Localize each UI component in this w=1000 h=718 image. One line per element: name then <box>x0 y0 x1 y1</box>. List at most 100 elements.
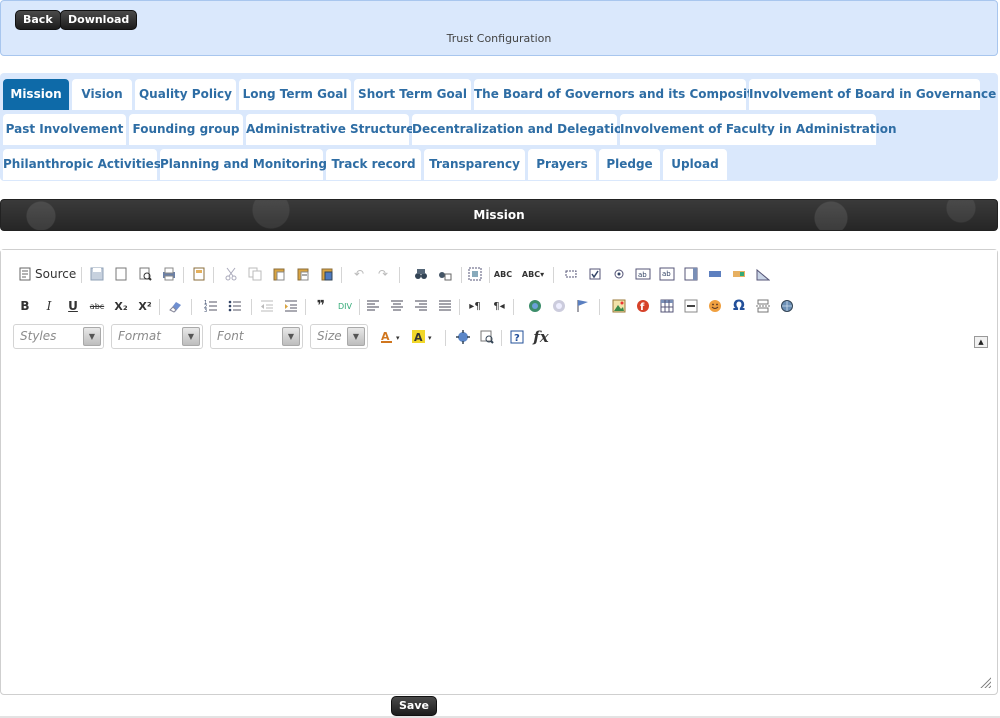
tab-quality-policy[interactable]: Quality Policy <box>135 79 236 110</box>
tab-planning-and-monitoring[interactable]: Planning and Monitoring <box>160 149 327 180</box>
save-doc-icon[interactable] <box>87 264 107 284</box>
flash-icon[interactable]: f <box>633 296 653 316</box>
increase-indent-icon[interactable] <box>281 296 301 316</box>
find-icon[interactable] <box>411 264 431 284</box>
tab-past-involvement[interactable]: Past Involvement <box>3 114 126 145</box>
form-icon[interactable] <box>561 264 581 284</box>
tab-upload[interactable]: Upload <box>663 149 727 180</box>
spellcheck-as-you-type-icon[interactable]: ABC▾ <box>519 264 547 284</box>
tab-decentralization[interactable]: Decentralization and Delegation <box>412 114 631 145</box>
collapse-toolbar-button[interactable]: ▲ <box>974 336 988 348</box>
preview-icon[interactable] <box>135 264 155 284</box>
button-field-icon[interactable] <box>705 264 725 284</box>
text-direction-ltr-icon[interactable]: ▸¶ <box>465 296 485 316</box>
source-button[interactable]: Source <box>35 264 79 284</box>
select-all-icon[interactable] <box>465 264 485 284</box>
table-icon[interactable] <box>657 296 677 316</box>
horizontal-line-icon[interactable] <box>681 296 701 316</box>
download-button[interactable]: Download <box>60 10 138 30</box>
tab-prayers[interactable]: Prayers <box>528 149 596 180</box>
image-icon[interactable] <box>609 296 629 316</box>
textarea-icon[interactable]: ab <box>657 264 677 284</box>
toolbar-row-1: Source ↶ ↷ ABC ABC▾ ab ab <box>13 262 993 286</box>
tab-long-term-goal[interactable]: Long Term Goal <box>239 79 351 110</box>
tab-mission[interactable]: Mission <box>3 79 69 110</box>
blockquote-icon[interactable]: ❞ <box>311 296 331 316</box>
tab-involvement-of-board[interactable]: Involvement of Board in Governance <box>749 79 996 110</box>
cut-icon[interactable] <box>221 264 241 284</box>
save-button[interactable]: Save <box>391 696 437 716</box>
align-center-icon[interactable] <box>387 296 407 316</box>
back-button[interactable]: Back <box>15 10 61 30</box>
align-right-icon[interactable] <box>411 296 431 316</box>
copy-icon[interactable] <box>245 264 265 284</box>
toolbar-separator <box>489 267 490 283</box>
tab-philanthropic-activities[interactable]: Philanthropic Activities <box>3 149 161 180</box>
select-field-icon[interactable] <box>681 264 701 284</box>
size-dropdown-label: Size <box>317 329 342 343</box>
tab-vision[interactable]: Vision <box>72 79 132 110</box>
tab-administrative-structure[interactable]: Administrative Structure <box>246 114 414 145</box>
svg-text:?: ? <box>514 333 520 344</box>
chevron-down-icon: ▼ <box>83 327 101 346</box>
decrease-indent-icon[interactable] <box>257 296 277 316</box>
justify-icon[interactable] <box>435 296 455 316</box>
page-break-icon[interactable] <box>753 296 773 316</box>
remove-format-icon[interactable] <box>165 296 185 316</box>
undo-icon[interactable]: ↶ <box>349 264 369 284</box>
show-blocks-icon[interactable] <box>477 327 497 347</box>
underline-button[interactable]: U <box>63 296 83 316</box>
link-icon[interactable] <box>525 296 545 316</box>
spellcheck-icon[interactable]: ABC <box>493 264 513 284</box>
tab-transparency[interactable]: Transparency <box>424 149 525 180</box>
subscript-button[interactable]: X₂ <box>111 296 131 316</box>
special-char-button[interactable]: Ω <box>729 296 749 316</box>
format-dropdown[interactable]: Format ▼ <box>111 324 203 349</box>
italic-button[interactable]: I <box>39 296 59 316</box>
paste-word-icon[interactable] <box>317 264 337 284</box>
new-page-icon[interactable] <box>111 264 131 284</box>
tab-board-of-governors[interactable]: The Board of Governors and its Compositi… <box>474 79 774 110</box>
print-icon[interactable] <box>159 264 179 284</box>
text-direction-rtl-icon[interactable]: ¶◂ <box>489 296 509 316</box>
tab-involvement-of-faculty[interactable]: Involvement of Faculty in Administration <box>620 114 897 145</box>
resize-grip-icon[interactable] <box>979 676 991 688</box>
checkbox-icon[interactable] <box>585 264 605 284</box>
tab-short-term-goal[interactable]: Short Term Goal <box>354 79 471 110</box>
tab-track-record[interactable]: Track record <box>326 149 421 180</box>
background-color-icon[interactable]: A ▾ <box>411 327 439 347</box>
size-dropdown[interactable]: Size ▼ <box>310 324 368 349</box>
superscript-button[interactable]: X² <box>135 296 155 316</box>
editor-content-area[interactable] <box>3 358 995 692</box>
section-title-bar: Mission <box>0 199 998 231</box>
iframe-icon[interactable] <box>777 296 797 316</box>
strikethrough-button[interactable]: abc <box>87 296 107 316</box>
redo-icon[interactable]: ↷ <box>373 264 393 284</box>
replace-icon[interactable] <box>435 264 455 284</box>
maximize-icon[interactable] <box>453 327 473 347</box>
formula-button[interactable]: fx <box>531 327 551 347</box>
bold-button[interactable]: B <box>15 296 35 316</box>
font-dropdown[interactable]: Font ▼ <box>210 324 303 349</box>
create-div-icon[interactable]: DIV <box>335 296 355 316</box>
templates-icon[interactable] <box>189 264 209 284</box>
textfield-icon[interactable]: ab <box>633 264 653 284</box>
paste-text-icon[interactable] <box>293 264 313 284</box>
unlink-icon[interactable] <box>549 296 569 316</box>
paste-icon[interactable] <box>269 264 289 284</box>
help-icon[interactable]: ? <box>507 327 527 347</box>
align-left-icon[interactable] <box>363 296 383 316</box>
image-button-icon[interactable] <box>729 264 749 284</box>
text-color-icon[interactable]: A ▾ <box>379 327 407 347</box>
tab-pledge[interactable]: Pledge <box>599 149 660 180</box>
radio-icon[interactable] <box>609 264 629 284</box>
toolbar-row-3: Styles ▼ Format ▼ Font ▼ Size ▼ A▾ A▾ <box>13 324 993 350</box>
anchor-flag-icon[interactable] <box>573 296 593 316</box>
hidden-field-icon[interactable] <box>753 264 773 284</box>
smiley-icon[interactable] <box>705 296 725 316</box>
toolbar-separator <box>251 299 252 315</box>
numbered-list-icon[interactable]: 123 <box>201 296 221 316</box>
tab-founding-group[interactable]: Founding group <box>129 114 243 145</box>
styles-dropdown[interactable]: Styles ▼ <box>13 324 104 349</box>
bulleted-list-icon[interactable] <box>225 296 245 316</box>
